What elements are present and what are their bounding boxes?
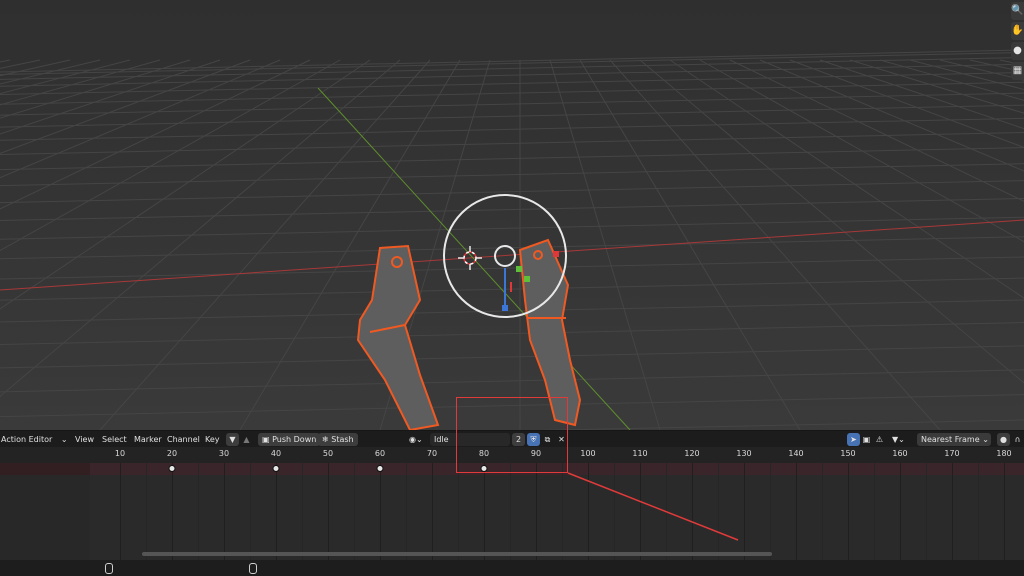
navigation-gizmos: 🔍 ✋ ● ▦ (1010, 0, 1024, 90)
menu-key[interactable]: Key (205, 431, 220, 448)
stash-button[interactable]: ❄ Stash (318, 433, 358, 446)
frame-gridline (796, 463, 797, 560)
keyframe-marker[interactable] (376, 465, 384, 472)
mouse-icon (249, 563, 257, 574)
keyframe-area[interactable] (90, 463, 1024, 560)
frame-gridline (848, 463, 849, 560)
chevron-down-icon: ⌄ (982, 435, 989, 444)
action-browse-button[interactable]: ◉⌄ (409, 431, 423, 448)
frame-tick-label: 150 (840, 449, 856, 458)
snapping-dropdown[interactable]: Nearest Frame ⌄ (917, 433, 991, 446)
frame-gridline (354, 463, 355, 560)
frame-tick-label: 110 (632, 449, 648, 458)
frame-tick-label: 30 (218, 449, 230, 458)
frame-gridline (978, 463, 979, 560)
summary-channel[interactable] (0, 463, 90, 475)
curve-icon[interactable]: ∩ (1011, 433, 1024, 446)
frame-gridline (666, 463, 667, 560)
frame-tick-label: 120 (684, 449, 700, 458)
frame-gridline (198, 463, 199, 560)
frame-gridline (718, 463, 719, 560)
frame-gridline (822, 463, 823, 560)
interpolation-down-icon[interactable]: ▼ (226, 433, 239, 446)
action-icon: ◉ (409, 435, 416, 444)
frame-tick-label: 20 (166, 449, 178, 458)
frame-gridline (120, 463, 121, 560)
camera-icon[interactable]: ● (1011, 42, 1024, 60)
search-icon[interactable]: 🔍 (1011, 2, 1024, 20)
frame-gridline (640, 463, 641, 560)
frame-selected-icon[interactable]: ▣ (860, 433, 873, 446)
frame-tick-label: 140 (788, 449, 804, 458)
menu-channel[interactable]: Channel (167, 431, 200, 448)
frame-gridline (146, 463, 147, 560)
frame-gridline (328, 463, 329, 560)
stash-label: Stash (331, 435, 354, 444)
frame-gridline (510, 463, 511, 560)
frame-gridline (224, 463, 225, 560)
frame-gridline (484, 463, 485, 560)
interpolation-up-icon[interactable]: ▲ (240, 433, 253, 446)
frame-gridline (692, 463, 693, 560)
annotation-highlight-box (456, 397, 568, 473)
channel-list[interactable] (0, 463, 90, 560)
frame-gridline (406, 463, 407, 560)
editor-mode-dropdown[interactable]: Action Editor ⌄ (1, 431, 68, 448)
chevron-down-icon: ⌄ (898, 435, 905, 444)
frame-tick-label: 170 (944, 449, 960, 458)
filter-dropdown[interactable]: ▼⌄ (892, 431, 905, 448)
cursor-icon[interactable]: ➤ (847, 433, 860, 446)
frame-gridline (172, 463, 173, 560)
editor-mode-label: Action Editor (1, 435, 53, 444)
viewport-scene (0, 0, 1024, 443)
chevron-down-icon: ⌄ (415, 435, 423, 444)
frame-gridline (874, 463, 875, 560)
frame-gridline (744, 463, 745, 560)
frame-tick-label: 180 (996, 449, 1012, 458)
hand-icon[interactable]: ✋ (1011, 22, 1024, 40)
snowflake-icon: ❄ (322, 435, 329, 444)
mouse-icon (105, 563, 113, 574)
frame-tick-label: 10 (114, 449, 126, 458)
frame-gridline (1004, 463, 1005, 560)
proportional-edit-icon[interactable]: ● (997, 433, 1010, 446)
push-down-button[interactable]: ▣ Push Down (258, 433, 321, 446)
frame-gridline (562, 463, 563, 560)
keyframe-marker[interactable] (272, 465, 280, 472)
menu-view[interactable]: View (75, 431, 94, 448)
frame-tick-label: 160 (892, 449, 908, 458)
frame-gridline (380, 463, 381, 560)
frame-gridline (926, 463, 927, 560)
frame-gridline (302, 463, 303, 560)
status-bar (0, 560, 1024, 576)
frame-gridline (614, 463, 615, 560)
snapping-label: Nearest Frame (921, 435, 980, 444)
frame-gridline (536, 463, 537, 560)
frame-tick-label: 130 (736, 449, 752, 458)
menu-select[interactable]: Select (102, 431, 127, 448)
frame-gridline (432, 463, 433, 560)
menu-marker[interactable]: Marker (134, 431, 162, 448)
frame-tick-label: 70 (426, 449, 438, 458)
frame-gridline (588, 463, 589, 560)
frame-gridline (900, 463, 901, 560)
grid-icon[interactable]: ▦ (1011, 62, 1024, 80)
frame-gridline (952, 463, 953, 560)
horizontal-scrollbar[interactable] (142, 552, 772, 556)
frame-tick-label: 50 (322, 449, 334, 458)
chevron-down-icon: ⌄ (60, 435, 68, 444)
keyframe-marker[interactable] (168, 465, 176, 472)
push-down-icon: ▣ (262, 435, 270, 444)
3d-viewport[interactable]: 🔍 ✋ ● ▦ (0, 0, 1024, 443)
frame-gridline (458, 463, 459, 560)
frame-tick-label: 60 (374, 449, 386, 458)
frame-gridline (770, 463, 771, 560)
frame-gridline (276, 463, 277, 560)
frame-tick-label: 40 (270, 449, 282, 458)
warning-icon[interactable]: ⚠ (873, 433, 886, 446)
push-down-label: Push Down (272, 435, 317, 444)
frame-gridline (250, 463, 251, 560)
frame-tick-label: 100 (580, 449, 596, 458)
